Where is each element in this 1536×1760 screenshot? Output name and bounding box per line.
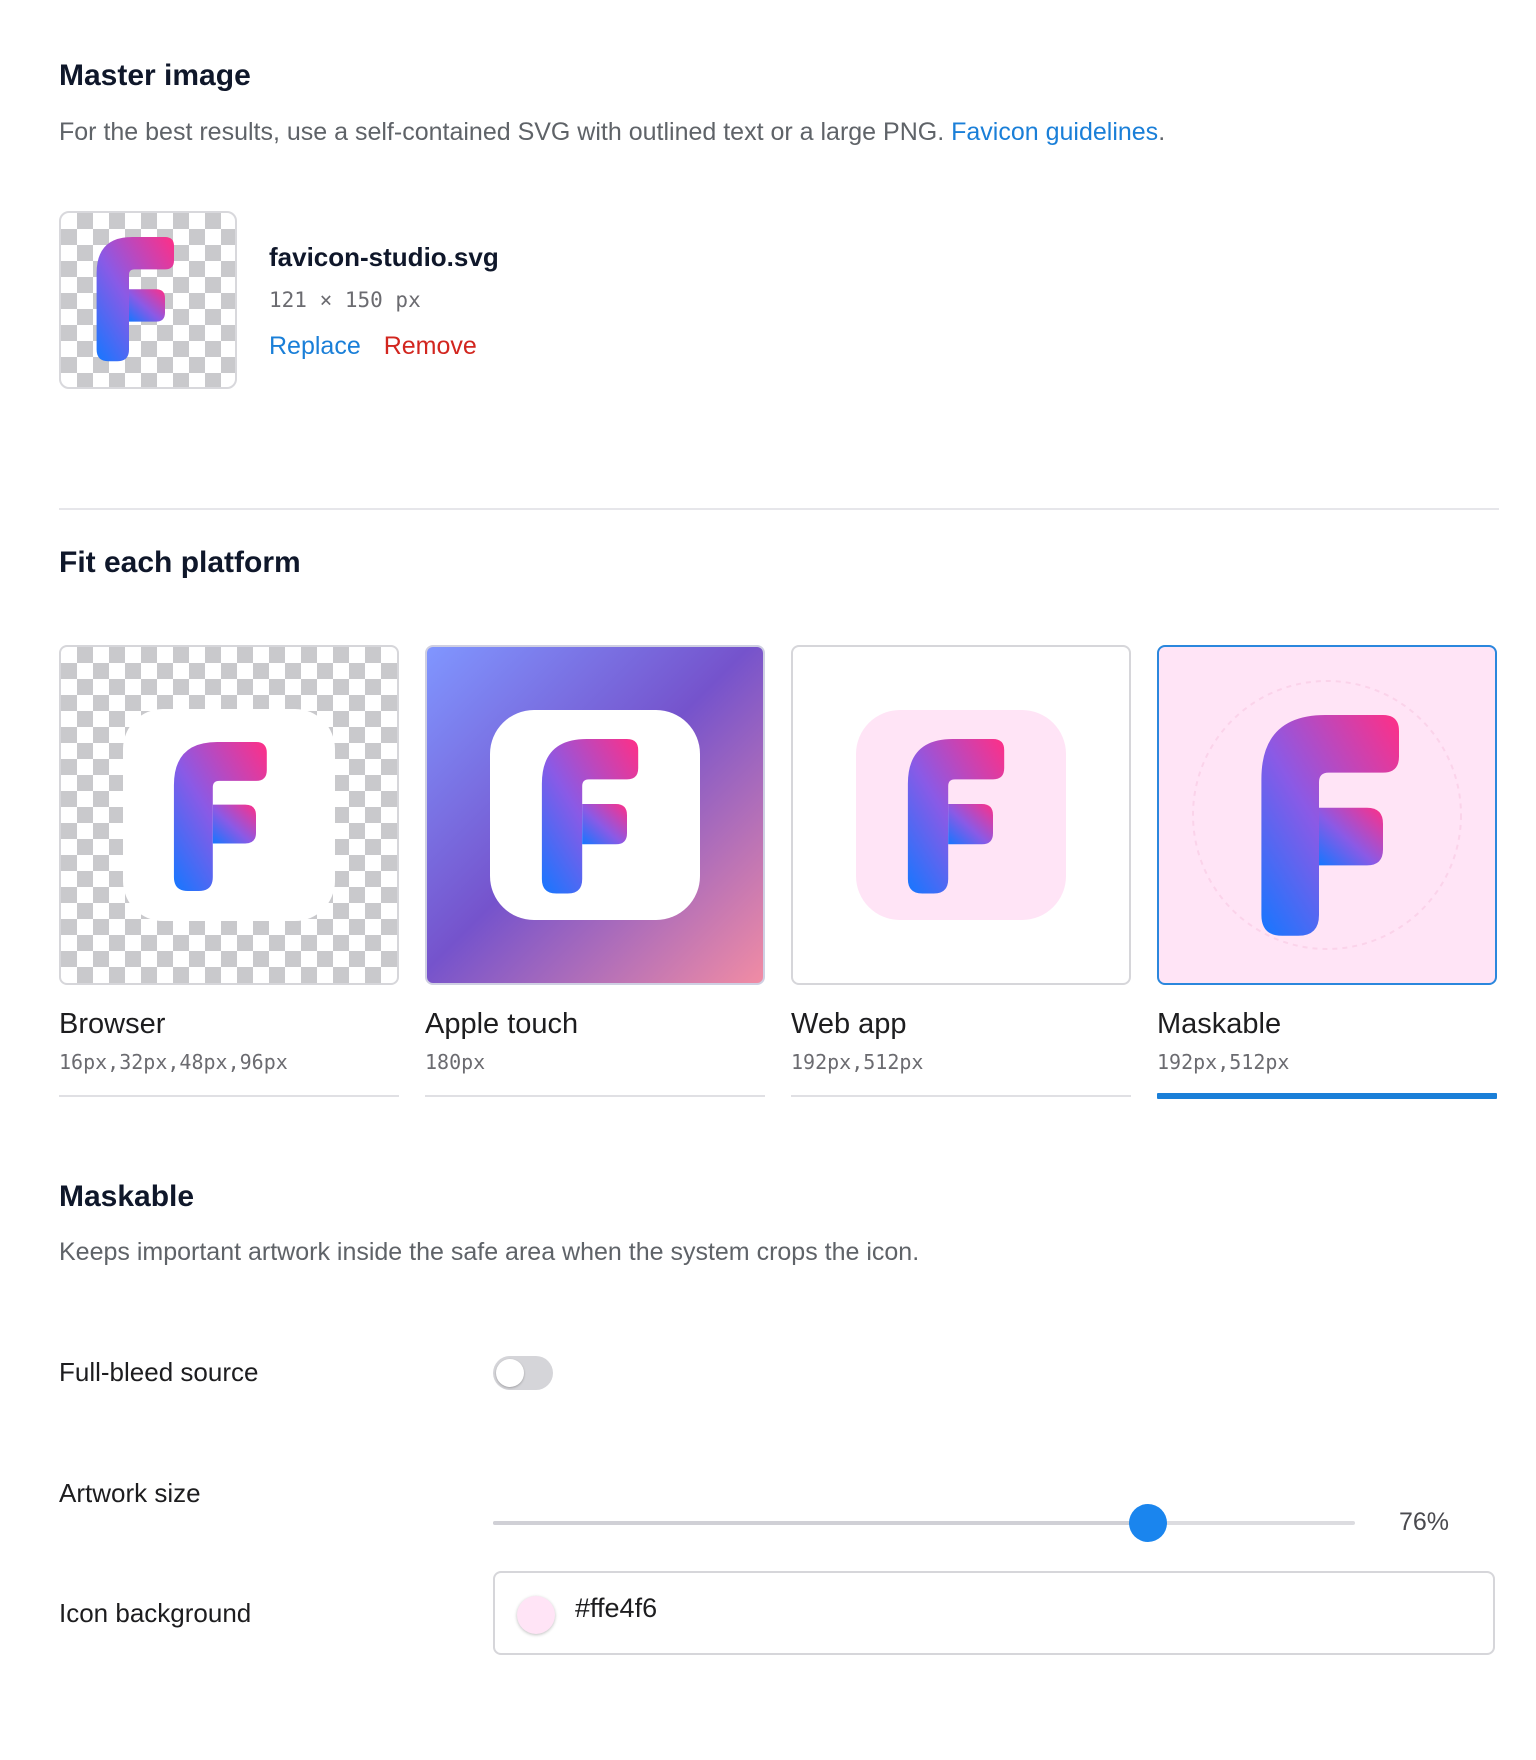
- full-bleed-label: Full-bleed source: [59, 1357, 259, 1387]
- web-app-preview-icon: [856, 710, 1066, 920]
- platform-card-maskable[interactable]: [1157, 645, 1497, 985]
- master-image-thumbnail: [59, 211, 237, 389]
- slider-thumb[interactable]: [1129, 1504, 1168, 1542]
- browser-preview-icon: [123, 709, 335, 921]
- platform-label-browser: Browser: [59, 1008, 166, 1040]
- maskable-preview-icon: [1192, 680, 1462, 950]
- master-description-suffix: .: [1158, 118, 1166, 146]
- f-logo-icon: [96, 237, 174, 362]
- replace-button[interactable]: Replace: [269, 332, 361, 360]
- file-name: favicon-studio.svg: [269, 242, 499, 272]
- master-description-text: For the best results, use a self-contain…: [59, 118, 952, 146]
- platform-sizes-apple-touch: 180px: [425, 1050, 486, 1074]
- master-image-description: For the best results, use a self-contain…: [59, 118, 1165, 147]
- platform-label-apple-touch: Apple touch: [425, 1008, 579, 1040]
- platform-underline-web-app: [791, 1095, 1131, 1097]
- master-image-title: Master image: [59, 59, 251, 92]
- remove-button[interactable]: Remove: [384, 332, 477, 360]
- platform-card-apple-touch[interactable]: [425, 645, 765, 985]
- fit-platform-title: Fit each platform: [59, 546, 301, 579]
- toggle-knob: [496, 1359, 524, 1387]
- platform-card-web-app[interactable]: [791, 645, 1131, 985]
- platform-sizes-maskable: 192px,512px: [1157, 1050, 1290, 1074]
- artwork-size-value: 76%: [1398, 1508, 1450, 1536]
- artwork-size-slider[interactable]: [493, 1504, 1355, 1542]
- full-bleed-toggle[interactable]: [493, 1356, 553, 1390]
- platform-card-browser[interactable]: [59, 645, 399, 985]
- artwork-size-label: Artwork size: [59, 1478, 201, 1508]
- apple-touch-preview-icon: [490, 710, 700, 920]
- platform-underline-browser: [59, 1095, 399, 1097]
- icon-background-label: Icon background: [59, 1598, 252, 1628]
- file-dimensions: 121 × 150 px: [269, 288, 421, 312]
- platform-sizes-browser: 16px,32px,48px,96px: [59, 1050, 288, 1074]
- file-actions: Replace Remove: [269, 332, 493, 361]
- icon-background-field[interactable]: [493, 1571, 1495, 1655]
- favicon-guidelines-link[interactable]: Favicon guidelines: [951, 118, 1158, 146]
- platform-underline-maskable-active: [1157, 1093, 1497, 1099]
- slider-fill: [493, 1521, 1149, 1525]
- platform-label-web-app: Web app: [791, 1008, 907, 1040]
- color-swatch[interactable]: [517, 1596, 555, 1634]
- maskable-description: Keeps important artwork inside the safe …: [59, 1238, 920, 1266]
- icon-background-input[interactable]: [575, 1593, 975, 1624]
- maskable-section-title: Maskable: [59, 1180, 195, 1213]
- platform-sizes-web-app: 192px,512px: [791, 1050, 924, 1074]
- section-divider: [59, 508, 1499, 510]
- platform-underline-apple-touch: [425, 1095, 765, 1097]
- platform-label-maskable: Maskable: [1157, 1008, 1282, 1040]
